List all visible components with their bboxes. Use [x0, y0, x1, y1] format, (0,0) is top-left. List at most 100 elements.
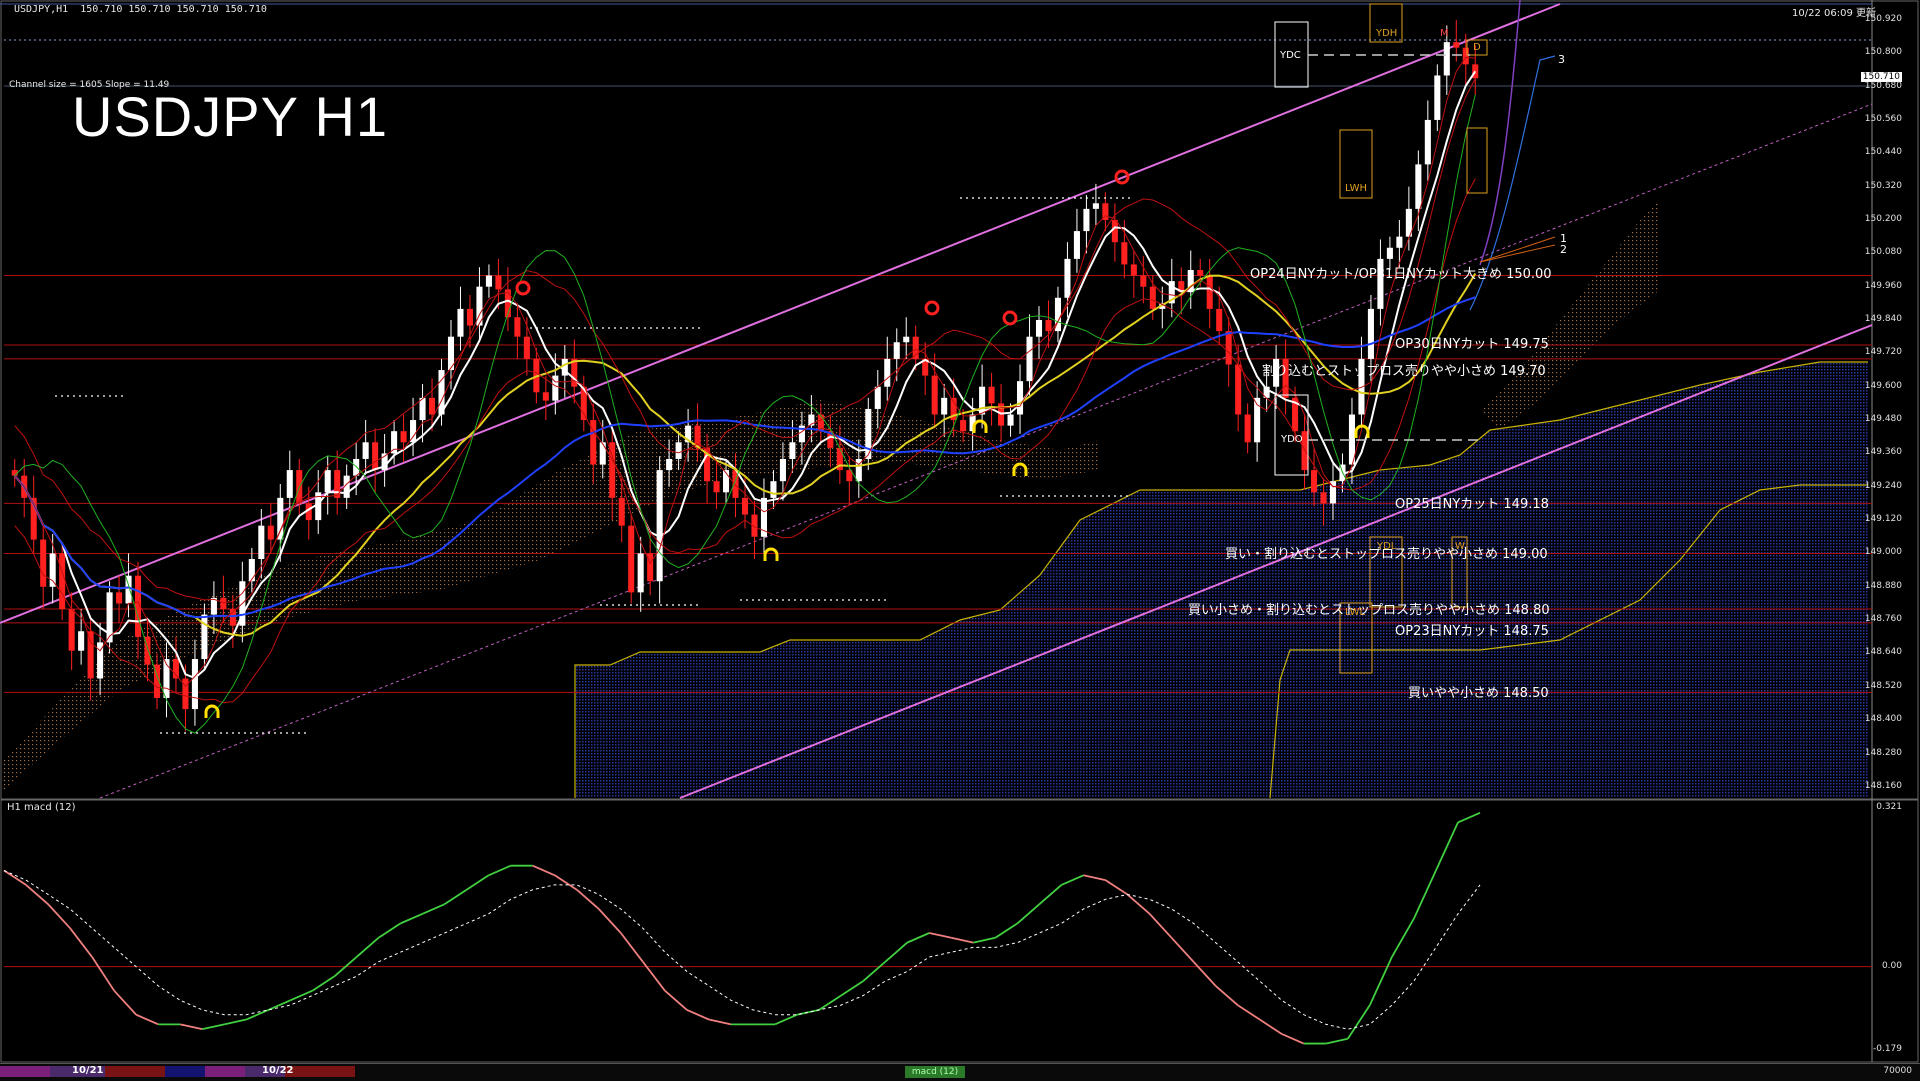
macd-main-segment: [1325, 1037, 1349, 1045]
candle-body: [988, 386, 995, 404]
candle-body: [1130, 264, 1137, 276]
fractal-low-marker-0: [204, 704, 220, 718]
current-price-sub: 150.680: [1864, 81, 1902, 92]
candle-body: [514, 317, 521, 337]
price-tick: 149.600: [1864, 380, 1902, 391]
macd-main-segment: [113, 990, 137, 1016]
price-tick: 148.520: [1864, 680, 1902, 691]
candle-body: [78, 631, 85, 651]
candle-body: [1016, 381, 1024, 415]
macd-main-segment: [1192, 961, 1217, 987]
candle-body: [1424, 119, 1431, 165]
candle-body: [1235, 364, 1242, 415]
candle-body: [495, 275, 502, 290]
candle-body: [1320, 492, 1327, 504]
candle-body: [353, 458, 360, 476]
macd-main-segment: [1347, 1004, 1371, 1040]
price-tick: 150.080: [1864, 247, 1902, 258]
price-tick: 150.920: [1864, 13, 1902, 24]
fractal-low-marker-2: [972, 419, 988, 433]
candle-body: [59, 553, 66, 610]
candle-body: [362, 442, 369, 459]
candle-body: [1092, 203, 1099, 209]
candle-body: [542, 392, 549, 401]
level-label-1: OP30日NYカット 149.75: [1395, 337, 1549, 353]
macd-main-segment: [224, 1018, 247, 1026]
bottom-right-value: 70000: [1883, 1066, 1912, 1076]
fractal-high-marker-2: [1002, 310, 1018, 326]
macd-tab[interactable]: macd (12): [905, 1066, 965, 1078]
price-tick: 148.880: [1864, 580, 1902, 591]
macd-main-segment: [444, 888, 468, 905]
candle-body: [941, 397, 948, 415]
price-chart[interactable]: [0, 0, 1920, 1080]
projection-label-2: 2: [1560, 243, 1567, 256]
box-label-lwh: LWH: [1345, 183, 1368, 194]
macd-main-segment: [708, 1018, 732, 1026]
fractal-high-marker-1: [924, 300, 940, 316]
macd-main-segment: [929, 932, 952, 939]
price-tick: 149.960: [1864, 280, 1902, 291]
candle-body: [428, 397, 436, 415]
candle-body: [874, 386, 881, 409]
macd-main-segment: [664, 990, 688, 1011]
candle-body: [116, 592, 123, 604]
price-tick: 150.560: [1864, 113, 1902, 124]
candle-body: [599, 442, 606, 465]
macd-main-segment: [202, 1023, 225, 1031]
macd-main-segment: [973, 936, 996, 944]
level-label-7: 買いやや小さめ 148.50: [1408, 686, 1549, 702]
candle-body: [324, 470, 331, 493]
candle-body: [865, 408, 872, 459]
macd-main-segment: [1038, 884, 1063, 905]
price-tick: 148.400: [1864, 714, 1902, 725]
candle-body: [49, 553, 56, 587]
macd-main-segment: [245, 1009, 269, 1021]
candle-body: [258, 525, 265, 560]
macd-main-segment: [355, 937, 380, 958]
candle-body: [523, 336, 530, 359]
macd-main-segment: [267, 999, 291, 1011]
candle-body: [1197, 270, 1204, 276]
projection-orange: [1479, 236, 1556, 263]
price-tick: 149.240: [1864, 480, 1902, 491]
macd-main-segment: [1061, 874, 1084, 886]
macd-main-segment: [1413, 870, 1437, 919]
date-label-1022: 10/22: [262, 1065, 294, 1076]
chart-title: USDJPY H1: [72, 85, 389, 148]
macd-main-segment: [311, 975, 335, 992]
candle-body: [1045, 320, 1052, 332]
macd-main-segment: [400, 912, 423, 925]
candle-body: [485, 275, 492, 287]
candle-body: [400, 431, 407, 443]
candle-body: [220, 597, 227, 610]
price-tick: 150.440: [1864, 147, 1902, 158]
candle-body: [713, 481, 720, 493]
price-tick: 149.840: [1864, 314, 1902, 325]
box-label-w: W: [1455, 541, 1465, 552]
level-label-3: OP25日NYカット 149.18: [1395, 497, 1549, 513]
candle-body: [903, 336, 910, 343]
box-label-ydc: YDC: [1280, 50, 1301, 61]
candle-body: [960, 420, 967, 432]
candle-body: [1244, 414, 1251, 443]
macd-main-segment: [1281, 1033, 1305, 1045]
macd-main-segment: [532, 864, 556, 877]
macd-panel-frame: [0, 799, 1919, 1063]
candle-body: [1367, 308, 1374, 359]
candle-body: [1140, 275, 1147, 287]
candle-body: [789, 442, 796, 459]
price-tick: 150.200: [1864, 213, 1902, 224]
macd-main-segment: [180, 1023, 203, 1031]
candle-body: [419, 397, 426, 421]
price-tick: 148.280: [1864, 747, 1902, 758]
candle-body: [248, 559, 255, 582]
candle-body: [1083, 208, 1090, 232]
candle-body: [1310, 470, 1318, 493]
date-label-1021: 10/21: [72, 1065, 104, 1076]
candle-body: [1415, 164, 1422, 209]
candle-body: [1216, 308, 1223, 332]
d-box: [1466, 127, 1488, 194]
macd-tick-2: -0.179: [1872, 1044, 1902, 1054]
macd-main-segment: [1083, 874, 1106, 881]
